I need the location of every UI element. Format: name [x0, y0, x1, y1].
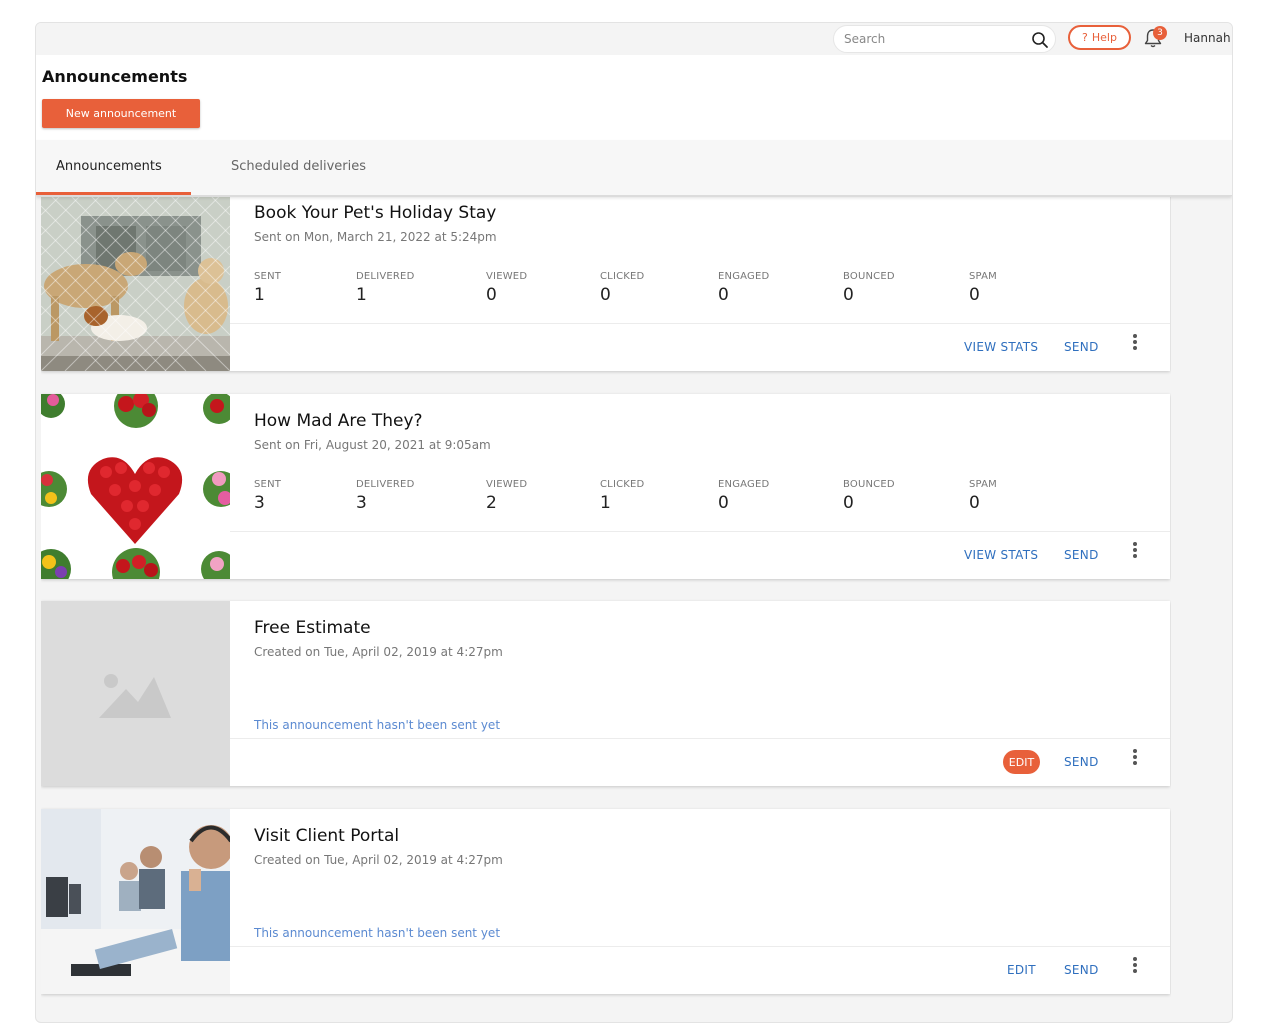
more-options-icon[interactable] — [1129, 332, 1141, 352]
tab-scheduled-deliveries[interactable]: Scheduled deliveries — [231, 159, 366, 174]
card-divider — [230, 946, 1170, 947]
top-bar: Search ? Help 3 Hannah — [36, 23, 1232, 55]
announcement-card: Free Estimate Created on Tue, April 02, … — [41, 601, 1170, 786]
stat-value: 3 — [356, 493, 367, 513]
stat-label: DELIVERED — [356, 479, 415, 490]
announcement-list[interactable]: Book Your Pet's Holiday Stay Sent on Mon… — [41, 197, 1171, 1022]
announcement-date: Sent on Fri, August 20, 2021 at 9:05am — [254, 438, 491, 452]
view-stats-button[interactable]: VIEW STATS — [964, 548, 1038, 562]
help-button[interactable]: ? Help — [1068, 25, 1131, 50]
image-placeholder-icon — [41, 601, 230, 786]
stat-value: 0 — [843, 285, 854, 305]
stat-label: SENT — [254, 479, 282, 490]
dogs-photo — [41, 197, 230, 371]
stat-value: 1 — [600, 493, 611, 513]
stat-label: ENGAGED — [718, 479, 770, 490]
stat-value: 3 — [254, 493, 265, 513]
stat-label: DELIVERED — [356, 271, 415, 282]
stat-label: VIEWED — [486, 271, 528, 282]
stat-value: 1 — [254, 285, 265, 305]
edit-button[interactable]: EDIT — [1003, 750, 1040, 774]
call-center-photo — [41, 809, 230, 994]
announcement-date: Created on Tue, April 02, 2019 at 4:27pm — [254, 853, 503, 867]
stat-engaged: ENGAGED 0 — [718, 479, 769, 513]
stat-label: CLICKED — [600, 479, 645, 490]
stat-label: CLICKED — [600, 271, 645, 282]
stat-bounced: BOUNCED 0 — [843, 479, 895, 513]
notification-badge: 3 — [1153, 26, 1167, 40]
announcement-title[interactable]: Free Estimate — [254, 618, 371, 638]
help-icon: ? — [1082, 31, 1088, 44]
announcement-date: Sent on Mon, March 21, 2022 at 5:24pm — [254, 230, 497, 244]
announcement-card: How Mad Are They? Sent on Fri, August 20… — [41, 394, 1170, 579]
stat-clicked: CLICKED 0 — [600, 271, 644, 305]
not-sent-notice: This announcement hasn't been sent yet — [254, 718, 501, 732]
page-title: Announcements — [42, 67, 188, 86]
stat-label: SPAM — [969, 271, 998, 282]
not-sent-notice: This announcement hasn't been sent yet — [254, 926, 501, 940]
search-placeholder: Search — [844, 32, 886, 46]
stat-value: 0 — [600, 285, 611, 305]
tab-bar: Announcements Scheduled deliveries — [36, 140, 1232, 196]
stat-spam: SPAM 0 — [969, 271, 997, 305]
stat-value: 0 — [718, 285, 729, 305]
announcement-title[interactable]: Visit Client Portal — [254, 826, 399, 846]
stat-value: 0 — [969, 285, 980, 305]
stat-delivered: DELIVERED 1 — [356, 271, 414, 305]
help-label: Help — [1091, 31, 1117, 44]
stat-spam: SPAM 0 — [969, 479, 997, 513]
stat-value: 0 — [969, 493, 980, 513]
page-header: Announcements New announcement — [36, 55, 1232, 140]
send-button[interactable]: SEND — [1064, 755, 1099, 769]
stat-label: SPAM — [969, 479, 998, 490]
edit-button[interactable]: EDIT — [1007, 963, 1036, 977]
active-tab-indicator — [36, 192, 191, 195]
stat-value: 2 — [486, 493, 497, 513]
card-divider — [230, 738, 1170, 739]
card-divider — [230, 323, 1170, 324]
search-icon[interactable] — [1031, 31, 1049, 49]
more-options-icon[interactable] — [1129, 955, 1141, 975]
search-input[interactable]: Search — [833, 25, 1056, 53]
app-window: Search ? Help 3 Hannah Announcements New… — [35, 22, 1233, 1023]
send-button[interactable]: SEND — [1064, 963, 1099, 977]
send-button[interactable]: SEND — [1064, 340, 1099, 354]
stat-label: BOUNCED — [843, 271, 895, 282]
stat-value: 0 — [486, 285, 497, 305]
stat-delivered: DELIVERED 3 — [356, 479, 414, 513]
stat-bounced: BOUNCED 0 — [843, 271, 895, 305]
stat-sent: SENT 3 — [254, 479, 281, 513]
more-options-icon[interactable] — [1129, 540, 1141, 560]
card-divider — [230, 531, 1170, 532]
stat-label: ENGAGED — [718, 271, 770, 282]
stat-label: VIEWED — [486, 479, 528, 490]
announcement-date: Created on Tue, April 02, 2019 at 4:27pm — [254, 645, 503, 659]
view-stats-button[interactable]: VIEW STATS — [964, 340, 1038, 354]
announcement-title[interactable]: How Mad Are They? — [254, 411, 423, 431]
stat-value: 0 — [843, 493, 854, 513]
announcement-title[interactable]: Book Your Pet's Holiday Stay — [254, 203, 496, 223]
user-menu[interactable]: Hannah — [1184, 31, 1231, 45]
tab-announcements[interactable]: Announcements — [56, 159, 162, 174]
stat-viewed: VIEWED 2 — [486, 479, 527, 513]
send-button[interactable]: SEND — [1064, 548, 1099, 562]
stat-viewed: VIEWED 0 — [486, 271, 527, 305]
stat-label: SENT — [254, 271, 282, 282]
more-options-icon[interactable] — [1129, 747, 1141, 767]
stat-label: BOUNCED — [843, 479, 895, 490]
new-announcement-button[interactable]: New announcement — [42, 99, 200, 128]
flowers-heart-photo — [41, 394, 230, 579]
stat-clicked: CLICKED 1 — [600, 479, 644, 513]
stat-value: 1 — [356, 285, 367, 305]
stat-sent: SENT 1 — [254, 271, 281, 305]
announcement-card: Visit Client Portal Created on Tue, Apri… — [41, 809, 1170, 994]
announcement-card: Book Your Pet's Holiday Stay Sent on Mon… — [41, 197, 1170, 371]
stat-value: 0 — [718, 493, 729, 513]
stat-engaged: ENGAGED 0 — [718, 271, 769, 305]
